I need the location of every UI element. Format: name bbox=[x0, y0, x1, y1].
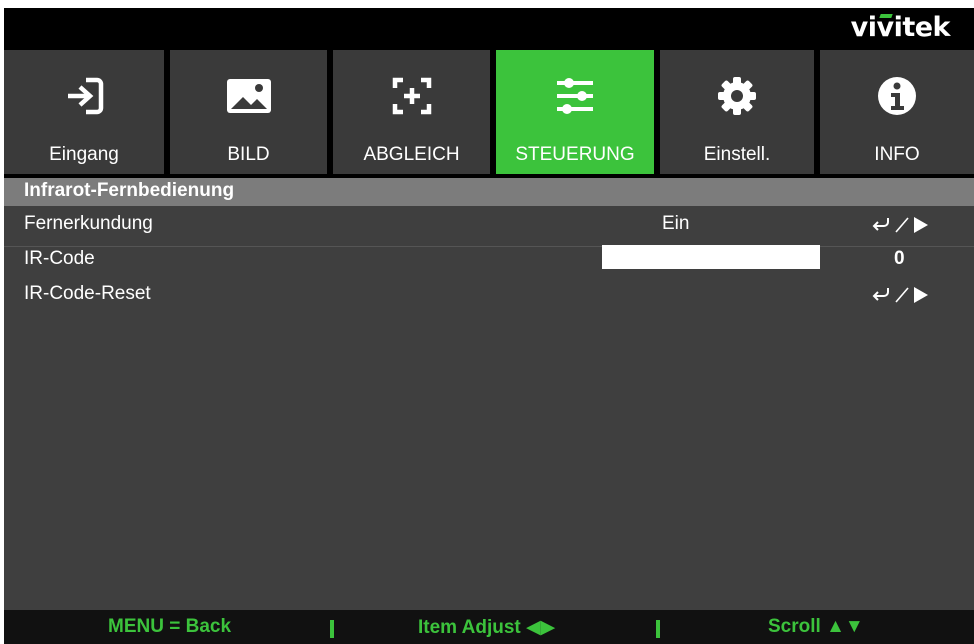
footer-hints: MENU = Back Item Adjust ◀▶ Scroll ▲▼ bbox=[4, 610, 974, 644]
footer-divider bbox=[656, 620, 660, 638]
tab-label: INFO bbox=[874, 144, 920, 165]
row-label: IR-Code bbox=[24, 248, 95, 269]
tab-label: STEUERUNG bbox=[515, 144, 635, 165]
footer-divider bbox=[330, 620, 334, 638]
tab-steuerung[interactable]: STEUERUNG bbox=[496, 50, 654, 174]
tab-info[interactable]: INFO bbox=[820, 50, 974, 174]
brand-logo: vivitek bbox=[850, 12, 951, 43]
top-bar: vivitek bbox=[4, 8, 974, 48]
section-title: Infrarot-Fernbedienung bbox=[24, 180, 235, 201]
row-value: Ein bbox=[662, 213, 690, 234]
hint-item-adjust: Item Adjust ◀▶ bbox=[418, 617, 556, 638]
tab-label: BILD bbox=[227, 144, 270, 165]
menu-row-fernerkundung[interactable]: Fernerkundung Ein bbox=[4, 208, 974, 242]
section-header: Infrarot-Fernbedienung bbox=[4, 178, 974, 206]
alignment-plus-icon bbox=[333, 76, 490, 116]
picture-icon bbox=[170, 76, 327, 116]
info-icon bbox=[820, 76, 974, 116]
menu-tabs: Eingang BILD ABGLEICH STEUERUNG Einstell… bbox=[4, 48, 974, 178]
tab-label: Einstell. bbox=[703, 144, 771, 165]
row-label: IR-Code-Reset bbox=[24, 283, 151, 304]
tab-label: ABGLEICH bbox=[363, 144, 460, 165]
hint-scroll: Scroll ▲▼ bbox=[768, 616, 864, 637]
row-value: 0 bbox=[894, 248, 905, 269]
tab-bild[interactable]: BILD bbox=[170, 50, 327, 174]
row-label: Fernerkundung bbox=[24, 213, 153, 234]
tab-einstell[interactable]: Einstell. bbox=[660, 50, 814, 174]
menu-row-ir-code[interactable]: IR-Code 0 bbox=[4, 243, 974, 277]
tab-eingang[interactable]: Eingang bbox=[4, 50, 164, 174]
tab-abgleich[interactable]: ABGLEICH bbox=[333, 50, 490, 174]
enter-right-arrow-icon[interactable] bbox=[870, 284, 932, 312]
input-arrow-icon bbox=[4, 76, 164, 116]
gear-icon bbox=[660, 76, 814, 116]
hint-menu-back: MENU = Back bbox=[108, 616, 232, 637]
ir-code-field[interactable] bbox=[602, 245, 820, 269]
menu-row-ir-code-reset[interactable]: IR-Code-Reset bbox=[4, 278, 974, 312]
tab-label: Eingang bbox=[49, 144, 119, 165]
enter-right-arrow-icon[interactable] bbox=[870, 214, 932, 242]
osd-menu: vivitek Eingang BILD ABGLEICH STEUERUNG … bbox=[4, 8, 974, 644]
sliders-icon bbox=[496, 76, 654, 116]
